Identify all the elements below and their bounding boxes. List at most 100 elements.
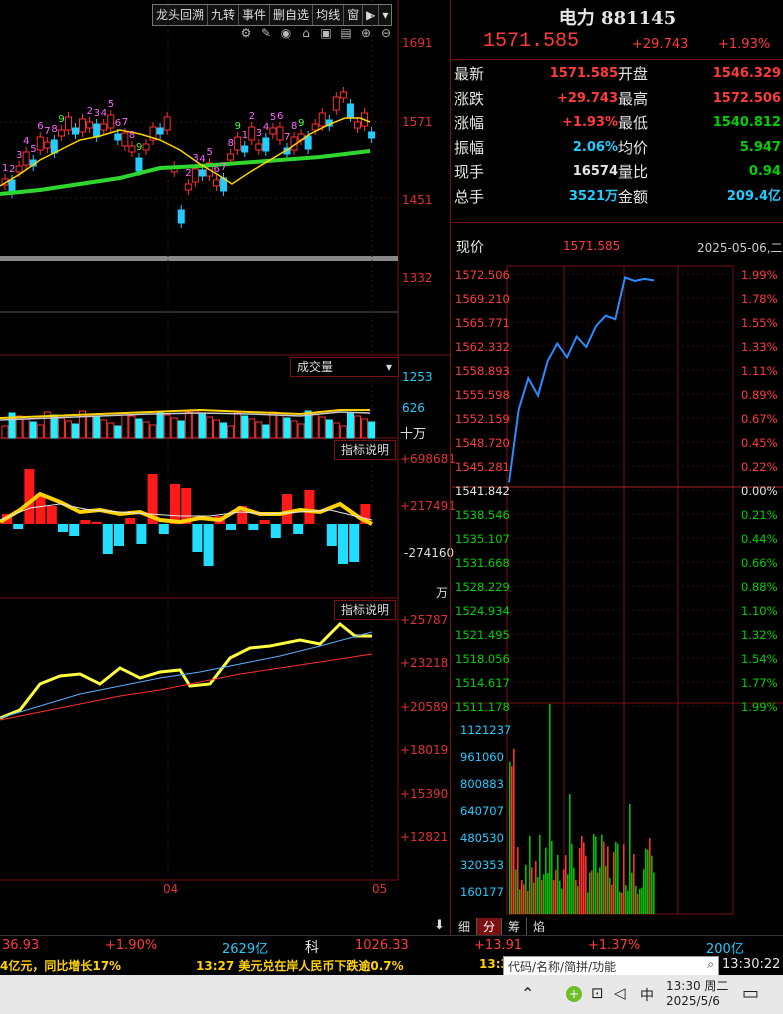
volume-bar xyxy=(191,410,199,439)
kline-chart-area[interactable]: 1 23456 7 892 3 456 78923 456 78912345 678 9 xyxy=(0,0,450,935)
intraday-volume-bar xyxy=(607,846,609,914)
volume-bar xyxy=(36,424,44,439)
volume-bar xyxy=(135,418,143,439)
tab-chips[interactable]: 筹 xyxy=(502,918,528,935)
intraday-volume-bar xyxy=(531,867,533,914)
volume-bar xyxy=(234,412,242,439)
quote-value: 1572.506 xyxy=(712,90,781,106)
ime-indicator[interactable]: 中 xyxy=(640,985,654,1005)
ma-axis-label: +20589 xyxy=(400,700,449,714)
macd-bar xyxy=(46,506,57,524)
volume-bar xyxy=(177,420,185,439)
nine-turn-label: 1 xyxy=(2,163,8,174)
intraday-volume-bar xyxy=(581,835,583,914)
volume-indicator-select[interactable]: 成交量 ▾ xyxy=(290,357,399,377)
candle-body xyxy=(57,129,65,137)
candle-body xyxy=(72,127,79,135)
taskbar-time[interactable]: 13:30 周二 xyxy=(666,977,728,994)
nine-turn-label: 5 xyxy=(206,147,212,158)
intraday-volume-bar xyxy=(539,834,541,914)
intraday-volume-bar xyxy=(603,841,605,914)
intraday-right-axis-label: 0.22% xyxy=(741,460,778,474)
macd-bar xyxy=(170,484,180,524)
candle-body xyxy=(213,179,220,187)
intraday-volume-bar xyxy=(585,855,587,914)
macd-bar xyxy=(192,524,203,552)
candle-body xyxy=(227,153,235,161)
intraday-volume-bar xyxy=(555,869,557,914)
tab-minute[interactable]: 分 xyxy=(477,918,503,935)
intraday-volume-bar xyxy=(535,860,537,914)
intraday-left-axis-label: 1514.617 xyxy=(455,676,510,690)
intraday-volume-bar xyxy=(637,893,639,914)
intraday-volume-bar xyxy=(565,855,567,914)
candle-body xyxy=(36,136,44,151)
candle-body xyxy=(318,112,326,127)
intraday-volume-bar xyxy=(633,854,635,914)
macd-bar xyxy=(114,524,124,546)
candle-body xyxy=(135,157,143,172)
intraday-volume-bar xyxy=(527,890,529,914)
volume-bar xyxy=(325,419,333,439)
intraday-volume-bar xyxy=(575,879,577,914)
intraday-left-axis-label: 1552.159 xyxy=(455,412,510,426)
intraday-volume-bar xyxy=(629,804,631,914)
ma-axis-label: +25787 xyxy=(400,613,449,627)
intraday-volume-axis-label: 480530 xyxy=(460,831,504,845)
volume-bar xyxy=(213,419,220,439)
quote-value: 2.06% xyxy=(572,139,618,155)
intraday-volume-bar xyxy=(519,889,521,914)
quote-label: 最低 xyxy=(618,114,649,132)
search-input[interactable]: 代码/名称/简拼/功能 ⌕ xyxy=(503,956,719,976)
candle-body xyxy=(93,123,101,138)
nine-turn-label: 4 xyxy=(199,154,205,165)
intraday-volume-axis-label: 800883 xyxy=(460,777,504,791)
volume-bar xyxy=(100,419,108,439)
macd-bars xyxy=(2,469,371,566)
news-item[interactable]: 4亿元，同比增长17% xyxy=(0,957,121,974)
news-item[interactable]: 13:27 美元兑在岸人民币下跌逾0.7% xyxy=(196,957,404,974)
candle-body xyxy=(354,121,361,129)
volume-bar xyxy=(93,416,101,439)
candle-body xyxy=(86,121,94,129)
macd-bar xyxy=(136,524,147,544)
volume-bar xyxy=(248,418,256,439)
intraday-volume-bar xyxy=(577,886,579,914)
ma-help-button[interactable]: 指标说明 xyxy=(334,600,397,620)
nine-turn-label: 5 xyxy=(108,99,114,110)
chevron-up-icon[interactable]: ⌃ xyxy=(521,984,534,1003)
tab-detail[interactable]: 细 xyxy=(452,918,478,935)
intraday-right-axis-label: 1.33% xyxy=(741,340,778,354)
volume-icon[interactable]: ◁ xyxy=(614,984,626,1002)
intraday-volume-bar xyxy=(561,888,563,914)
index2-name: 科 xyxy=(305,940,319,956)
index-blue-line xyxy=(0,631,373,719)
intraday-volume-axis-label: 640707 xyxy=(460,804,504,818)
news-ticker: 4亿元，同比增长17% 13:27 美元兑在岸人民币下跌逾0.7% 13:3 代… xyxy=(0,955,783,976)
security-app-icon[interactable]: + xyxy=(566,986,582,1002)
quote-label: 涨跌 xyxy=(454,89,485,108)
candle-body xyxy=(121,132,129,147)
kline-axis-label: 1571 xyxy=(402,115,433,129)
intraday-left-axis-label: 1528.229 xyxy=(455,580,510,594)
kline-axis-label: 1451 xyxy=(402,193,433,207)
intraday-volume-bar xyxy=(609,878,611,914)
candle-body xyxy=(100,123,108,131)
volume-bar xyxy=(283,417,291,439)
intraday-volume-bar xyxy=(631,872,633,914)
candle-body xyxy=(15,165,23,173)
intraday-volume-bar xyxy=(601,834,603,914)
intraday-right-axis-label: 0.66% xyxy=(741,556,778,570)
nine-turn-label: 3 xyxy=(16,150,22,161)
nine-turn-label: 6 xyxy=(277,111,283,122)
download-arrow-icon[interactable]: ⬇ xyxy=(434,918,445,933)
index-status-bar: 36.93 +1.90% 2629亿 科 1026.33 +13.91 +1.3… xyxy=(0,935,783,957)
index2-value: 1026.33 xyxy=(355,938,409,953)
macd-help-button[interactable]: 指标说明 xyxy=(334,440,397,460)
network-icon[interactable]: ⊡ xyxy=(591,984,604,1002)
notification-icon[interactable]: ▭ xyxy=(742,983,759,1004)
tab-flame[interactable]: 焰 xyxy=(527,918,551,935)
divider xyxy=(452,222,783,223)
taskbar-date[interactable]: 2025/5/6 xyxy=(666,994,720,1008)
search-icon[interactable]: ⌕ xyxy=(707,957,714,972)
